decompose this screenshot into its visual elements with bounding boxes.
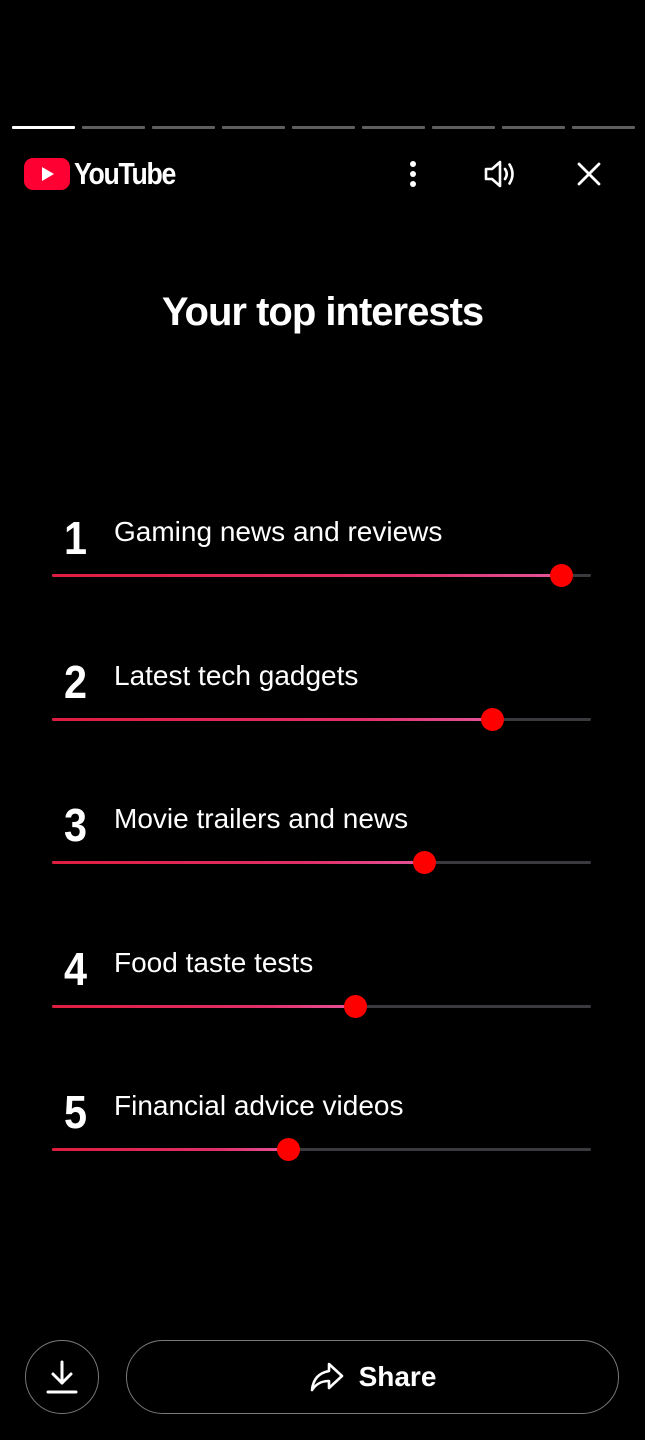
interest-rank: 2: [64, 655, 87, 708]
interest-bar-track: [52, 707, 591, 731]
story-progress-segment: [502, 126, 565, 129]
interest-bar-fill: [52, 1004, 356, 1008]
interest-label: Latest tech gadgets: [114, 659, 359, 691]
interest-label: Financial advice videos: [114, 1090, 404, 1121]
interest-bar-track: [52, 564, 591, 587]
interest-item: 1 Gaming news and reviews: [52, 505, 592, 649]
interest-label: Movie trailers and news: [114, 803, 409, 834]
interest-label: Gaming news and reviews: [114, 516, 443, 547]
story-progress-segment: [82, 126, 145, 129]
interest-bar-fill: [52, 717, 493, 721]
sound-button[interactable]: [477, 150, 525, 198]
share-button[interactable]: Share: [126, 1340, 619, 1414]
volume-icon: [484, 160, 514, 188]
interest-item: 3 Movie trailers and news: [52, 792, 592, 936]
download-icon: [46, 1360, 78, 1394]
interest-rank: 3: [64, 799, 87, 851]
interest-bar-track: [52, 851, 591, 874]
more-vert-icon: [410, 161, 416, 187]
interest-bar-fill: [52, 1148, 289, 1151]
interest-bar-fill: [52, 574, 562, 577]
story-progress-segment: [222, 126, 285, 129]
youtube-logo: YouTube: [24, 156, 192, 191]
interest-rank: 4: [64, 942, 87, 995]
interest-bar-track: [52, 1138, 591, 1161]
download-button[interactable]: [25, 1340, 99, 1414]
story-progress-segment: [572, 126, 635, 129]
interest-item: 5 Financial advice videos: [52, 1079, 592, 1223]
interest-bar-knob: [276, 1138, 300, 1161]
share-label: Share: [358, 1361, 437, 1392]
share-arrow-icon: [310, 1362, 343, 1392]
youtube-play-icon: [24, 158, 70, 190]
story-progress: [12, 126, 635, 129]
interest-bar-knob: [550, 564, 574, 587]
story-progress-segment: [12, 126, 75, 129]
interest-bar-knob: [344, 994, 368, 1018]
more-options-button[interactable]: [389, 150, 437, 198]
story-progress-segment: [362, 126, 425, 129]
story-progress-segment: [152, 126, 215, 129]
interest-label: Food taste tests: [114, 946, 314, 978]
logo-text: YouTube: [74, 156, 176, 191]
interest-bar-fill: [52, 861, 425, 864]
interest-rank: 5: [64, 1086, 87, 1138]
story-progress-segment: [432, 126, 495, 129]
close-icon: [577, 162, 601, 186]
header: YouTube: [24, 150, 624, 198]
interest-bar-knob: [413, 851, 437, 874]
interest-list: 1 Gaming news and reviews 2 Latest tech …: [52, 505, 592, 1223]
screen: YouTube Your top interests 1 Gaming news…: [0, 0, 645, 1440]
story-progress-segment: [292, 126, 355, 129]
interest-bar-knob: [481, 707, 505, 731]
close-button[interactable]: [565, 150, 613, 198]
interest-bar-track: [52, 994, 591, 1018]
interest-rank: 1: [64, 512, 87, 564]
interest-item: 4 Food taste tests: [52, 936, 592, 1080]
interest-item: 2 Latest tech gadgets: [52, 649, 592, 793]
page-title: Your top interests: [161, 290, 484, 334]
